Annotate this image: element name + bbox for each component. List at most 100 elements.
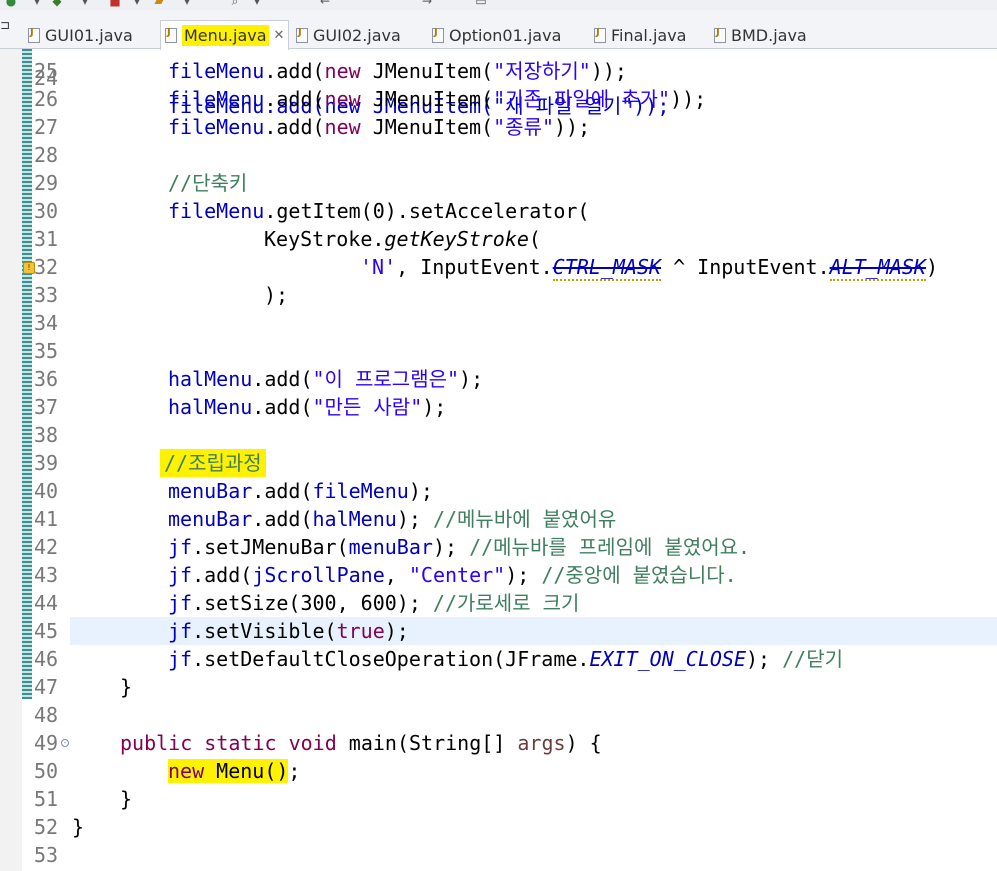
code-line[interactable]: 30 fileMenu.getItem(0).setAccelerator( <box>0 197 997 225</box>
code-line[interactable]: 25 fileMenu.add(new JMenuItem("저장하기")); <box>0 57 997 85</box>
code-token: new Menu() <box>168 759 289 783</box>
code-line[interactable]: 45 jf.setVisible(true); <box>0 617 997 645</box>
code-token: args <box>517 731 566 755</box>
line-number: 25 <box>34 59 59 83</box>
code-token: ( <box>528 227 541 251</box>
line-number: 29 <box>34 171 59 195</box>
code-line[interactable]: 53 <box>0 841 997 869</box>
code-line-text: //조립과정 <box>160 449 266 477</box>
code-line[interactable]: 33); <box>0 281 997 309</box>
code-line[interactable]: 47} <box>0 673 997 701</box>
line-number: 48 <box>34 703 59 727</box>
line-number: 37 <box>34 395 59 419</box>
code-token: new <box>324 59 361 83</box>
code-token: "종류" <box>493 115 555 139</box>
code-token: fileMenu <box>168 115 265 139</box>
code-editor[interactable]: 24 fileMenu.add(new JMenuItem("새 파일 열기")… <box>0 49 997 871</box>
code-token: true <box>336 619 385 643</box>
code-token: "저장하기" <box>493 59 591 83</box>
code-token: ) <box>925 255 938 279</box>
code-token: //조립과정 <box>160 449 266 477</box>
code-line[interactable]: 29 //단축키 <box>0 169 997 197</box>
line-number: 46 <box>34 647 59 671</box>
line-number: 42 <box>34 535 59 559</box>
code-line[interactable]: 31 KeyStroke.getKeyStroke( <box>0 225 997 253</box>
code-line[interactable]: 40 menuBar.add(fileMenu); <box>0 477 997 505</box>
code-line[interactable]: 39 //조립과정 <box>0 449 997 477</box>
line-number: 50 <box>34 759 59 783</box>
code-line-text: } <box>72 813 84 841</box>
code-line[interactable]: 44 jf.setSize(300, 600); //가로세로 크기 <box>0 589 997 617</box>
code-token: "이 프로그램은" <box>312 367 460 391</box>
code-line-text: new Menu(); <box>168 757 300 785</box>
code-token: ); <box>422 395 447 419</box>
back-arrow-icon[interactable]: ← <box>318 0 332 8</box>
code-token: .setSize(300, 600); <box>192 591 433 615</box>
code-token: void <box>288 731 337 755</box>
code-token: jScrollPane <box>252 563 385 587</box>
code-line[interactable]: 26 fileMenu.add(new JMenuItem("기존 파일에 추가"… <box>0 85 997 113</box>
line-number: 35 <box>34 339 59 363</box>
code-token: } <box>72 815 85 839</box>
code-line-text: //단축키 <box>168 169 247 197</box>
line-number: 45 <box>34 619 59 643</box>
dropdown-icon[interactable]: ▾ <box>180 0 194 8</box>
dropdown-icon[interactable]: ▾ <box>130 0 144 8</box>
code-token: //단축키 <box>168 171 248 195</box>
pin-icon[interactable]: ▭ <box>474 0 488 8</box>
line-number: 51 <box>34 787 59 811</box>
dropdown-icon[interactable]: ▾ <box>78 0 92 8</box>
code-line[interactable]: 27 fileMenu.add(new JMenuItem("종류")); <box>0 113 997 141</box>
code-line[interactable]: 32 'N', InputEvent.CTRL_MASK ^ InputEvent… <box>0 253 997 281</box>
line-number: 28 <box>34 143 59 167</box>
forward-arrow-icon[interactable]: → <box>420 0 434 8</box>
run-icon[interactable]: ● <box>4 0 18 8</box>
code-line[interactable]: 50 new Menu(); <box>0 757 997 785</box>
dropdown-icon[interactable]: ▾ <box>250 0 264 8</box>
code-line-text: jf.setJMenuBar(menuBar); //메뉴바를 프레임에 붙였어… <box>168 533 750 561</box>
code-token: new <box>324 87 361 111</box>
code-line-text: jf.add(jScrollPane, "Center"); //중앙에 붙였습… <box>168 561 737 589</box>
code-token: ); <box>459 367 484 391</box>
code-token: JMenuItem( <box>360 87 494 111</box>
code-token: fileMenu <box>168 87 265 111</box>
code-token: ); <box>408 479 433 503</box>
code-line[interactable]: 49 public static void main(String[] args)… <box>0 729 997 757</box>
line-number: 41 <box>34 507 59 531</box>
code-line[interactable]: 42 jf.setJMenuBar(menuBar); //메뉴바를 프레임에 붙… <box>0 533 997 561</box>
code-line[interactable]: 38 <box>0 421 997 449</box>
code-line[interactable]: 34 <box>0 309 997 337</box>
search-icon[interactable]: ⌕ <box>228 0 242 8</box>
code-token: } <box>120 787 133 811</box>
code-token: main(String[] <box>336 731 518 755</box>
code-line[interactable]: 37 halMenu.add("만든 사람"); <box>0 393 997 421</box>
code-line[interactable]: 41 menuBar.add(halMenu); //메뉴바에 붙였어유 <box>0 505 997 533</box>
debug-icon[interactable]: ■ <box>108 0 122 8</box>
code-line[interactable]: 51} <box>0 785 997 813</box>
new-class-icon[interactable]: ◆ <box>50 0 64 8</box>
code-line[interactable]: 28 <box>0 141 997 169</box>
open-folder-icon[interactable]: ▰ <box>152 0 166 8</box>
code-token: EXIT_ON_CLOSE <box>589 647 746 671</box>
code-token: .setDefaultCloseOperation(JFrame. <box>192 647 590 671</box>
code-token: , <box>384 563 409 587</box>
code-token: fileMenu <box>168 59 265 83</box>
code-token: ); <box>264 283 289 307</box>
code-line-text: } <box>120 785 132 813</box>
fold-toggle-icon[interactable]: - <box>61 739 69 747</box>
code-line[interactable]: 36 halMenu.add("이 프로그램은"); <box>0 365 997 393</box>
code-line[interactable]: 48 <box>0 701 997 729</box>
line-number: 32 <box>34 255 59 279</box>
dropdown-icon[interactable]: ▾ <box>30 0 44 8</box>
code-token: //메뉴바에 붙였어유 <box>432 507 617 531</box>
code-token: ; <box>288 759 301 783</box>
code-line-text: KeyStroke.getKeyStroke( <box>264 225 541 253</box>
line-number: 36 <box>34 367 59 391</box>
code-line-text: ); <box>264 281 288 309</box>
code-line[interactable]: 46 jf.setDefaultCloseOperation(JFrame.EXI… <box>0 645 997 673</box>
code-token: .add( <box>264 87 325 111</box>
code-line[interactable]: 35 <box>0 337 997 365</box>
code-line[interactable]: 52} <box>0 813 997 841</box>
code-line[interactable]: 43 jf.add(jScrollPane, "Center"); //중앙에 붙… <box>0 561 997 589</box>
